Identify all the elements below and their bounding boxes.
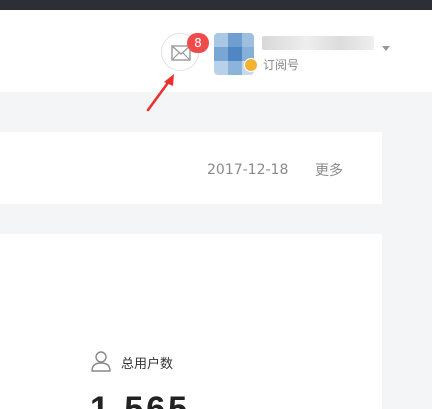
total-users-value: 1,565 [90,390,191,409]
user-icon [91,351,111,372]
verified-icon [244,58,258,72]
chevron-down-icon[interactable] [382,46,390,51]
browser-top-bar [0,0,432,10]
account-name-redacted[interactable] [262,36,374,50]
unread-badge: 8 [187,33,209,53]
account-type-label: 订阅号 [263,58,300,72]
notice-date: 2017-12-18 [207,162,289,178]
stats-card [0,234,382,409]
annotation-arrow-icon [146,74,174,112]
total-users-label: 总用户数 [121,357,174,372]
page: 8 订阅号 2017-12-18 更多 总用户数 1,565 [0,0,432,409]
more-link[interactable]: 更多 [315,160,343,180]
